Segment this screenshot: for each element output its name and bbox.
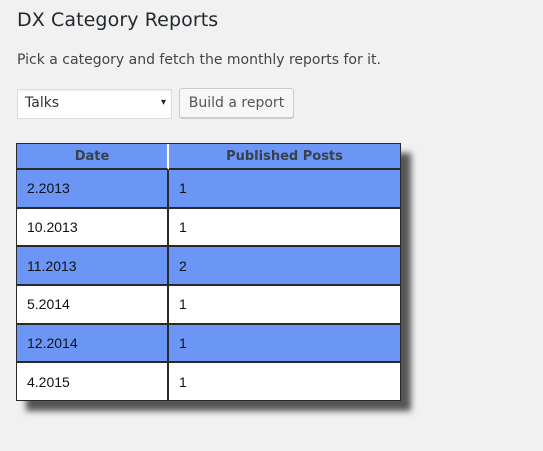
cell-date: 11.2013: [17, 247, 169, 287]
admin-page: DX Category Reports Pick a category and …: [0, 0, 543, 451]
report-table-container: Date Published Posts 2.2013 1 10.2013 1 …: [16, 143, 401, 401]
build-report-button[interactable]: Build a report: [179, 88, 294, 118]
chevron-down-icon: ▾: [160, 97, 166, 108]
cell-posts: 1: [169, 170, 400, 209]
table-row: 10.2013 1: [17, 208, 400, 248]
report-table: Date Published Posts 2.2013 1 10.2013 1 …: [16, 143, 401, 401]
page-title: DX Category Reports: [17, 9, 219, 31]
cell-posts: 1: [169, 363, 400, 400]
table-header-row: Date Published Posts: [17, 144, 400, 170]
cell-date: 4.2015: [17, 363, 169, 400]
table-row: 2.2013 1: [17, 170, 400, 209]
cell-posts: 1: [169, 208, 400, 248]
table-row: 12.2014 1: [17, 324, 400, 364]
category-select[interactable]: Talks ▾: [17, 89, 172, 119]
column-header-published-posts: Published Posts: [169, 144, 400, 170]
cell-posts: 2: [169, 247, 400, 287]
cell-date: 2.2013: [17, 170, 169, 209]
table-row: 4.2015 1: [17, 363, 400, 400]
table-row: 5.2014 1: [17, 286, 400, 325]
cell-date: 5.2014: [17, 286, 169, 325]
cell-posts: 1: [169, 286, 400, 325]
column-header-date: Date: [17, 144, 169, 170]
category-select-value: Talks: [25, 95, 60, 111]
cell-date: 10.2013: [17, 208, 169, 248]
page-description: Pick a category and fetch the monthly re…: [17, 52, 381, 68]
cell-date: 12.2014: [17, 324, 169, 364]
table-row: 11.2013 2: [17, 247, 400, 287]
cell-posts: 1: [169, 324, 400, 364]
